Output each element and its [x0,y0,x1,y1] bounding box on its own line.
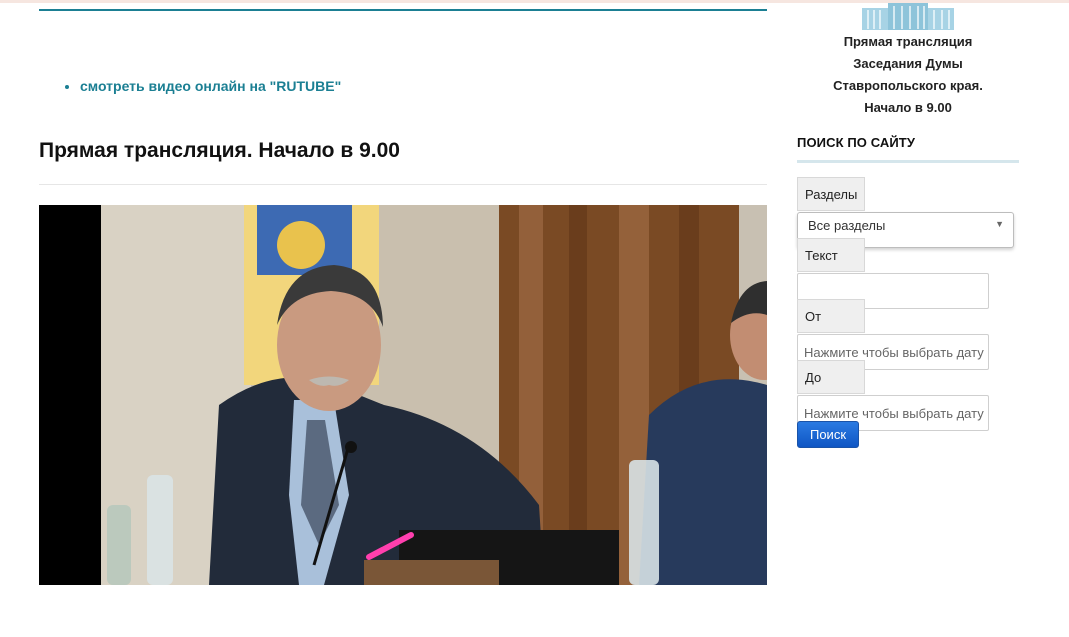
page-title: Прямая трансляция. Начало в 9.00 [39,139,400,162]
duma-building-logo [862,3,954,30]
content-top-rule [39,9,767,11]
video-frame [39,205,767,585]
sections-label: Разделы [797,177,865,211]
video-link-list: смотреть видео онлайн на "RUTUBE" [62,76,341,96]
promo-line: Ставропольского края. [833,78,983,93]
video-player[interactable] [39,205,767,585]
promo-line: Заседания Думы [853,56,963,71]
rutube-video-link[interactable]: смотреть видео онлайн на "RUTUBE" [80,78,341,94]
list-item: смотреть видео онлайн на "RUTUBE" [80,76,341,96]
text-label: Текст [797,238,865,272]
search-heading-rule [797,160,1019,163]
promo-line: Начало в 9.00 [864,100,952,115]
promo-line: Прямая трансляция [843,34,973,49]
to-label: До [797,360,865,394]
broadcast-promo[interactable]: Прямая трансляция Заседания Думы Ставроп… [797,31,1019,119]
from-label: От [797,299,865,333]
chevron-down-icon: ▼ [995,219,1004,229]
sections-select-value: Все разделы [808,218,886,233]
title-divider [39,184,767,185]
search-button[interactable]: Поиск [797,421,859,448]
search-heading: ПОИСК ПО САЙТУ [797,135,916,150]
